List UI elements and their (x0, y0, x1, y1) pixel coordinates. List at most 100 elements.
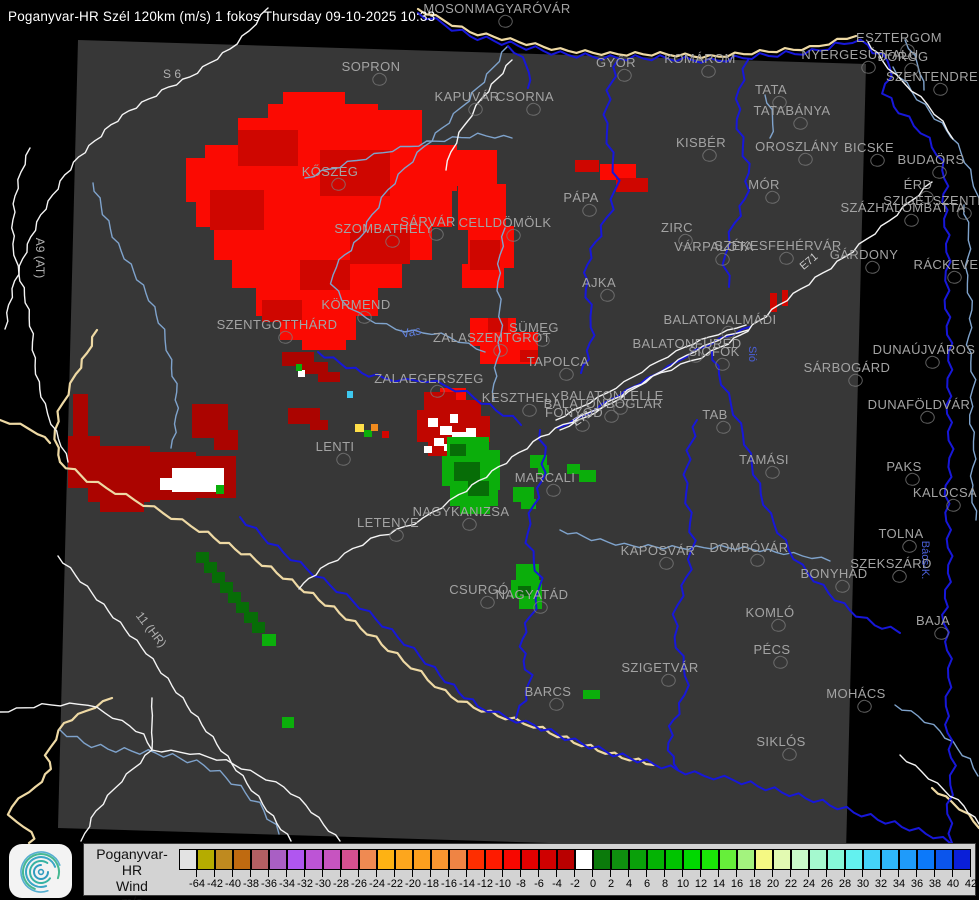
legend-tick (808, 870, 809, 877)
city-label: MÓR (748, 177, 780, 192)
town-outline (933, 82, 948, 96)
legend-color-box (377, 849, 395, 870)
radar-echo (212, 572, 225, 583)
radar-echo (216, 485, 224, 494)
legend-color-box (197, 849, 215, 870)
legend-tick (952, 870, 953, 877)
legend-tick (520, 870, 521, 877)
city-label: DUNAFÖLDVÁR (868, 397, 971, 412)
legend-tick (754, 870, 755, 877)
legend-tick (232, 870, 233, 877)
city-label: ZIRC (661, 220, 693, 235)
legend-tick (664, 870, 665, 877)
radar-echo (355, 424, 364, 432)
legend-tick (448, 870, 449, 877)
radar-echo (228, 592, 241, 603)
legend-tick (970, 870, 971, 877)
legend-tick (790, 870, 791, 877)
legend-tick (898, 870, 899, 877)
legend-color-box (359, 849, 377, 870)
map-line (416, 7, 858, 60)
legend-tick (880, 870, 881, 877)
radar-echo (236, 602, 249, 613)
legend-color-box (485, 849, 503, 870)
map-line (0, 418, 52, 445)
legend-tick (250, 870, 251, 877)
legend-color-box (557, 849, 575, 870)
town-outline (498, 14, 513, 28)
city-label: AJKA (582, 275, 616, 290)
legend-color-box (917, 849, 935, 870)
radar-echo (220, 582, 233, 593)
legend-color-box (629, 849, 647, 870)
legend-tick (358, 870, 359, 877)
radar-map: MOSONMAGYARÓVÁRESZTERGOMNYERGESÚJFALUDOR… (0, 1, 979, 852)
radar-echo (318, 372, 340, 382)
city-label: ZALASZENTGRÓT (433, 330, 551, 345)
legend-color-box (449, 849, 467, 870)
radar-echo (364, 430, 372, 437)
city-label: DOROG (877, 49, 928, 64)
legend-tick (916, 870, 917, 877)
city-label: GÁRDONY (830, 247, 899, 262)
legend-tick (484, 870, 485, 877)
radar-echo (196, 552, 209, 563)
city-label: SZÉKESFEHÉRVÁR (714, 238, 841, 253)
radar-echo (440, 426, 452, 435)
city-label: SIKLÓS (756, 734, 805, 749)
legend-color-box (899, 849, 917, 870)
city-label: TAPOLCA (527, 354, 590, 369)
map-title: Poganyvar-HR Szél 120km (m/s) 1 fokos Th… (8, 9, 436, 24)
city-label: BAJA (916, 613, 950, 628)
radar-echo (310, 420, 328, 430)
app-logo (9, 844, 72, 898)
legend-color-box (233, 849, 251, 870)
legend-color-box (791, 849, 809, 870)
city-label: BICSKE (844, 140, 894, 155)
legend-tick (466, 870, 467, 877)
town-outline (925, 355, 940, 369)
city-label: TATA (755, 82, 787, 97)
legend-color-box (503, 849, 521, 870)
legend-tick (826, 870, 827, 877)
city-label: KOMÁROM (664, 51, 735, 66)
legend-color-box (269, 849, 287, 870)
legend-tick (628, 870, 629, 877)
legend-color-box (881, 849, 899, 870)
legend-product-name: Poganyvar-HR (96, 846, 168, 878)
radar-echo (238, 130, 298, 166)
radar-echo (282, 717, 294, 728)
city-label: BARCS (525, 684, 572, 699)
city-label: KISBÉR (676, 135, 726, 150)
legend-tick (268, 870, 269, 877)
city-label: OROSZLÁNY (755, 139, 839, 154)
map-line (11, 147, 69, 463)
town-outline (947, 270, 962, 284)
city-label: TOLNA (878, 526, 923, 541)
radar-echo (450, 414, 458, 423)
city-label: DOMBÓVÁR (709, 540, 788, 555)
legend-color-box (611, 849, 629, 870)
radar-echo (302, 334, 346, 350)
city-label: KÖRMEND (321, 297, 390, 312)
legend-tick (574, 870, 575, 877)
town-outline (934, 626, 949, 640)
legend-color-box (593, 849, 611, 870)
city-label: SIÓFOK (688, 344, 740, 359)
legend-tick (700, 870, 701, 877)
legend-color-box (521, 849, 539, 870)
legend-tick (862, 870, 863, 877)
legend-tick (286, 870, 287, 877)
town-outline (904, 213, 919, 227)
legend-tick (196, 870, 197, 877)
legend-color-box (179, 849, 197, 870)
city-label: PAKS (886, 459, 921, 474)
legend-tick (430, 870, 431, 877)
legend-color-box (575, 849, 593, 870)
radar-echo (583, 690, 600, 699)
city-label: SOPRON (342, 59, 401, 74)
city-label: KŐSZEG (302, 164, 359, 179)
legend-tick (592, 870, 593, 877)
city-label: KOMLÓ (746, 605, 795, 620)
swirl-logo-icon (19, 851, 61, 893)
